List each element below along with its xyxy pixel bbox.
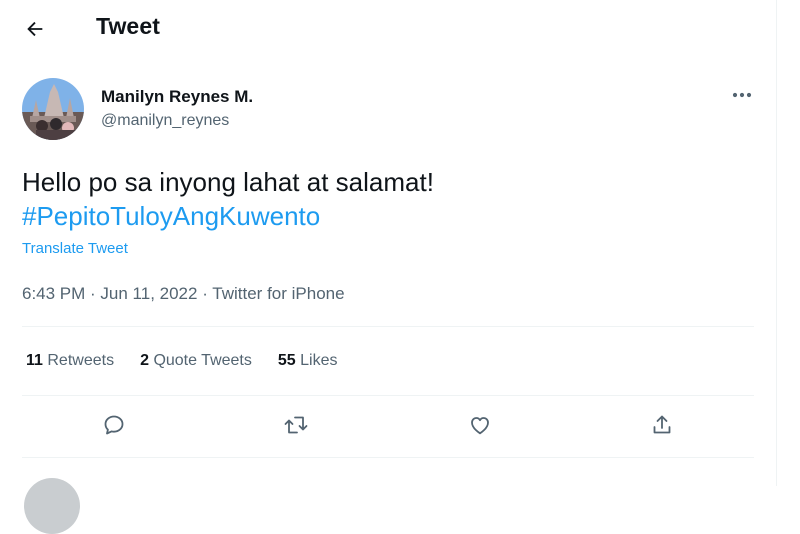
meta-separator: · (197, 284, 213, 303)
divider (22, 395, 754, 396)
meta-separator: · (85, 284, 101, 303)
reply-icon (102, 413, 126, 437)
more-horizontal-icon (732, 92, 752, 98)
avatar[interactable] (24, 478, 80, 534)
tweet-body-text: Hello po sa inyong lahat at salamat! (22, 167, 434, 197)
likes-label: Likes (300, 352, 338, 369)
reply-button[interactable] (96, 407, 132, 443)
retweet-button[interactable] (278, 407, 314, 443)
arrow-left-icon (24, 18, 46, 40)
quote-tweets-count: 2 (140, 352, 149, 369)
back-button[interactable] (18, 12, 52, 46)
column-border (776, 0, 777, 486)
heart-icon (468, 413, 492, 437)
likes-stat[interactable]: 55 Likes (278, 352, 338, 370)
retweets-stat[interactable]: 11 Retweets (26, 352, 114, 370)
author-name[interactable]: Manilyn Reynes M. (101, 87, 253, 107)
likes-count: 55 (277, 352, 296, 369)
retweet-icon (283, 413, 309, 437)
share-button[interactable] (644, 407, 680, 443)
tweet-time[interactable]: 6:43 PM (22, 284, 85, 303)
translate-tweet-link[interactable]: Translate Tweet (22, 240, 128, 257)
divider (22, 457, 754, 458)
engagement-stats: 11 Retweets 2 Quote Tweets 55 Likes (26, 352, 363, 370)
author-handle[interactable]: @manilyn_reynes (101, 112, 229, 130)
divider (22, 326, 754, 327)
page-title: Tweet (96, 13, 160, 39)
quote-tweets-stat[interactable]: 2 Quote Tweets (140, 352, 252, 370)
tweet-metadata: 6:43 PM · Jun 11, 2022 · Twitter for iPh… (22, 284, 345, 304)
retweets-label: Retweets (47, 352, 115, 369)
tweet-date[interactable]: Jun 11, 2022 (100, 284, 197, 303)
more-button[interactable] (724, 82, 760, 108)
avatar[interactable] (22, 78, 84, 140)
retweets-count: 11 (26, 352, 43, 369)
tweet-text: Hello po sa inyong lahat at salamat! #Pe… (22, 165, 434, 233)
hashtag-link[interactable]: #PepitoTuloyAngKuwento (22, 199, 434, 233)
tweet-source[interactable]: Twitter for iPhone (212, 284, 344, 303)
like-button[interactable] (462, 407, 498, 443)
share-icon (650, 413, 674, 437)
quote-tweets-label: Quote Tweets (153, 352, 252, 369)
tweet-actions (0, 407, 776, 447)
header: Tweet (0, 0, 776, 58)
